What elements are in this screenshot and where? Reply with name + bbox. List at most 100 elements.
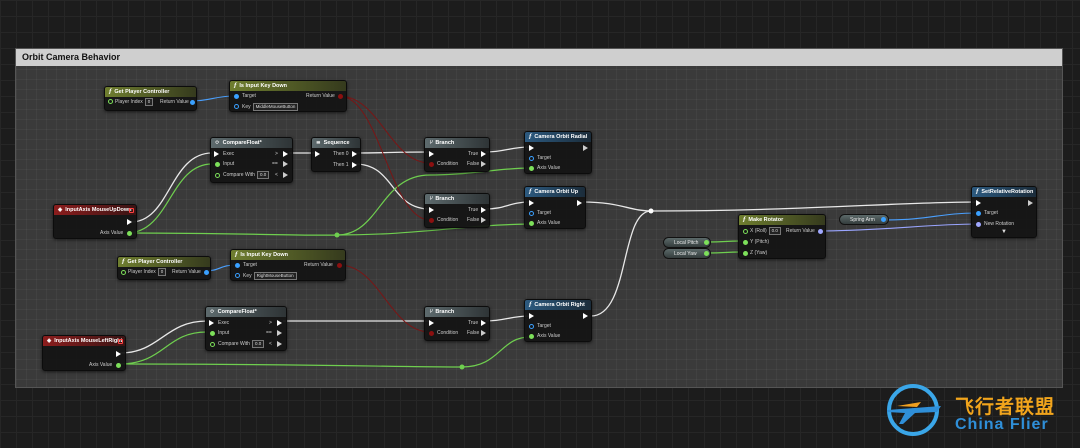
- gt-exec-pin[interactable]: [277, 320, 282, 326]
- gt-exec-pin[interactable]: [283, 151, 288, 157]
- exec-in-pin[interactable]: [429, 151, 434, 157]
- x-roll-pin[interactable]: [743, 229, 748, 234]
- float-wire: [126, 232, 338, 236]
- key-pin[interactable]: [235, 273, 240, 278]
- return-value-pin[interactable]: [337, 263, 342, 268]
- spring-arm-variable[interactable]: Spring Arm: [839, 214, 889, 225]
- eq-exec-pin[interactable]: [283, 161, 288, 167]
- axis-value-pin[interactable]: [127, 231, 132, 236]
- node-camera-orbit-up[interactable]: f Camera Orbit Up Target Axis Value: [524, 186, 586, 229]
- player-index-pin[interactable]: [121, 270, 126, 275]
- node-camera-orbit-right[interactable]: f Camera Orbit Right Target Axis Value: [524, 299, 592, 342]
- exec-in-pin[interactable]: [315, 151, 320, 157]
- player-index-value[interactable]: 0: [144, 98, 154, 106]
- node-branch-3[interactable]: ⑂ Branch True Condition False: [424, 306, 490, 341]
- node-get-player-controller-1[interactable]: f Get Player Controller Player Index 0 Ret…: [104, 86, 197, 111]
- player-index-value[interactable]: 0: [157, 268, 167, 276]
- player-index-pin[interactable]: [108, 99, 113, 104]
- node-get-player-controller-2[interactable]: f Get Player Controller Player Index 0 Ret…: [117, 256, 211, 280]
- exec-out-pin[interactable]: [583, 313, 588, 319]
- true-pin[interactable]: [481, 207, 486, 213]
- exec-out-pin[interactable]: [116, 351, 121, 357]
- axis-value-pin[interactable]: [529, 334, 534, 339]
- compare-with-pin[interactable]: [210, 342, 215, 347]
- condition-pin[interactable]: [429, 331, 434, 336]
- compare-with-pin[interactable]: [215, 173, 220, 178]
- condition-pin[interactable]: [429, 162, 434, 167]
- exec-out-pin[interactable]: [577, 200, 582, 206]
- local-pitch-variable[interactable]: Local Pitch: [663, 237, 711, 248]
- exec-in-pin[interactable]: [429, 320, 434, 326]
- local-yaw-variable[interactable]: Local Yaw: [663, 248, 711, 259]
- key-pin[interactable]: [234, 104, 239, 109]
- false-pin[interactable]: [481, 217, 486, 223]
- graph-canvas[interactable]: Orbit Camera Behavior f Get Player Contr…: [0, 0, 1080, 448]
- exec-out-pin[interactable]: [127, 219, 132, 225]
- exec-out-pin[interactable]: [1028, 200, 1033, 206]
- exec-in-pin[interactable]: [209, 320, 214, 326]
- input-pin[interactable]: [210, 331, 215, 336]
- node-input-axis-mouse-left-right[interactable]: ◈ InputAxis MouseLeftRight Axis Value: [42, 335, 126, 371]
- false-pin[interactable]: [481, 330, 486, 336]
- exec-in-pin[interactable]: [214, 151, 219, 157]
- condition-pin[interactable]: [429, 218, 434, 223]
- target-pin[interactable]: [529, 211, 534, 216]
- exec-in-pin[interactable]: [529, 313, 534, 319]
- false-pin[interactable]: [481, 161, 486, 167]
- variable-pin[interactable]: [881, 217, 886, 222]
- return-value-pin[interactable]: [190, 100, 195, 105]
- axis-value-pin[interactable]: [529, 166, 534, 171]
- new-rotation-pin[interactable]: [976, 222, 981, 227]
- node-input-axis-mouse-up-down[interactable]: ◈ InputAxis MouseUpDown Axis Value: [53, 204, 137, 239]
- x-roll-value[interactable]: 0.0: [768, 227, 781, 235]
- axis-value-pin[interactable]: [116, 363, 121, 368]
- variable-pin[interactable]: [704, 251, 709, 256]
- lt-exec-pin[interactable]: [283, 172, 288, 178]
- key-value[interactable]: RightMouseButton: [253, 272, 297, 280]
- node-branch-2[interactable]: ⑂ Branch True Condition False: [424, 193, 490, 228]
- return-value-pin[interactable]: [338, 94, 343, 99]
- node-title: Branch: [435, 309, 455, 315]
- input-pin[interactable]: [215, 162, 220, 167]
- target-pin[interactable]: [529, 324, 534, 329]
- return-value-pin[interactable]: [818, 229, 823, 234]
- eq-exec-pin[interactable]: [277, 330, 282, 336]
- compare-with-value[interactable]: 0.0: [256, 171, 270, 179]
- exec-in-pin[interactable]: [976, 200, 981, 206]
- node-set-relative-rotation[interactable]: f SetRelativeRotation Target New Rotation…: [971, 186, 1037, 238]
- node-compare-float-2[interactable]: ⟳ CompareFloat* Exec > Input == Compare W…: [205, 306, 287, 351]
- input-label: Input: [218, 330, 230, 336]
- exec-in-pin[interactable]: [529, 145, 534, 151]
- node-sequence[interactable]: ≡ Sequence Then 0 Then 1: [311, 137, 361, 172]
- node-is-input-key-down-1[interactable]: f Is Input Key Down Target Return Value K…: [229, 80, 347, 112]
- lt-exec-pin[interactable]: [277, 341, 282, 347]
- expand-arrow-icon[interactable]: ▼: [1001, 229, 1007, 235]
- node-make-rotator[interactable]: f Make Rotator X (Roll) 0.0 Return Value Y…: [738, 214, 826, 259]
- return-value-pin[interactable]: [204, 270, 209, 275]
- exec-out-pin[interactable]: [583, 145, 588, 151]
- target-pin[interactable]: [235, 263, 240, 268]
- then1-pin[interactable]: [352, 162, 357, 168]
- node-is-input-key-down-2[interactable]: f Is Input Key Down Target Return Value K…: [230, 249, 346, 281]
- delegate-pin[interactable]: [118, 339, 123, 344]
- true-pin[interactable]: [481, 320, 486, 326]
- delegate-pin[interactable]: [129, 208, 134, 213]
- exec-in-pin[interactable]: [529, 200, 534, 206]
- axis-value-pin[interactable]: [529, 221, 534, 226]
- node-compare-float-1[interactable]: ⟳ CompareFloat* Exec > Input == Compare W…: [210, 137, 293, 183]
- then0-pin[interactable]: [352, 151, 357, 157]
- key-value[interactable]: MiddleMouseButton: [252, 103, 299, 111]
- z-yaw-pin[interactable]: [743, 251, 748, 256]
- compare-with-value[interactable]: 0.0: [251, 340, 265, 348]
- exec-in-pin[interactable]: [429, 207, 434, 213]
- target-pin[interactable]: [976, 211, 981, 216]
- target-pin[interactable]: [529, 156, 534, 161]
- target-pin[interactable]: [234, 94, 239, 99]
- y-pitch-pin[interactable]: [743, 240, 748, 245]
- true-pin[interactable]: [481, 151, 486, 157]
- eq-label: ==: [266, 330, 272, 336]
- node-camera-orbit-radial[interactable]: f Camera Orbit Radial Target Axis Value: [524, 131, 592, 174]
- node-branch-1[interactable]: ⑂ Branch True Condition False: [424, 137, 490, 172]
- variable-pin[interactable]: [704, 240, 709, 245]
- exec-wire: [130, 152, 213, 223]
